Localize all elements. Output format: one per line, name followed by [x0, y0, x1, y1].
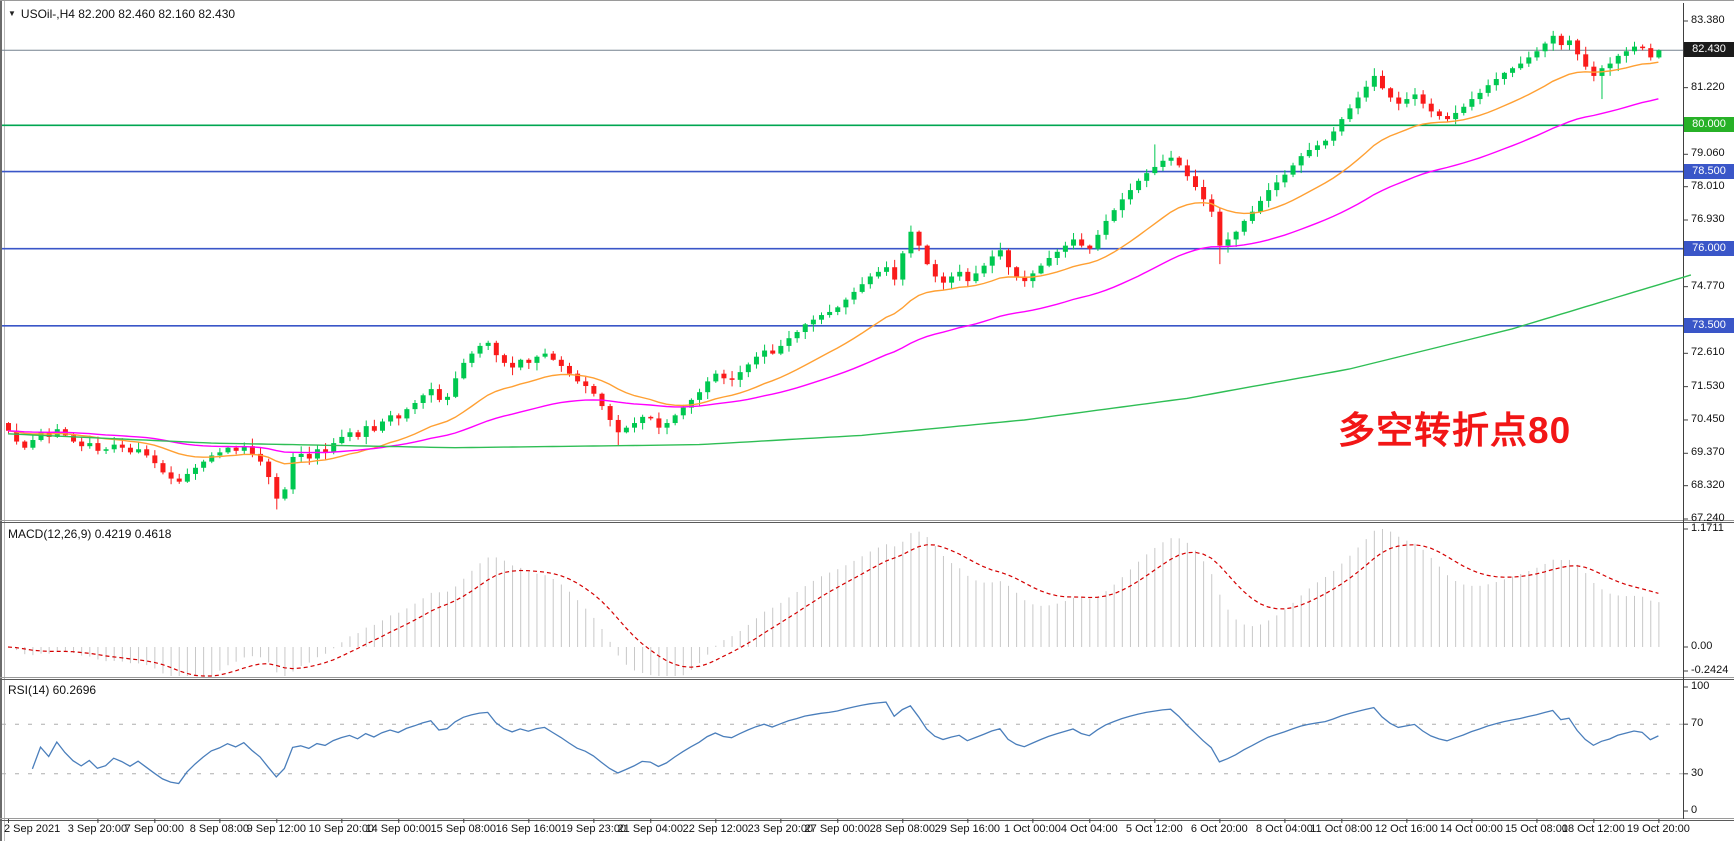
rsi-axis-label: 100 — [1691, 680, 1709, 692]
time-axis-label: 10 Sep 20:00 — [309, 823, 374, 835]
rsi-axis-label: 70 — [1691, 717, 1703, 729]
time-axis-label: 15 Oct 08:00 — [1505, 823, 1568, 835]
macd-axis-label: 0.00 — [1691, 640, 1712, 652]
time-axis-label: 19 Oct 20:00 — [1627, 823, 1690, 835]
time-axis-label: 18 Oct 12:00 — [1562, 823, 1625, 835]
chart-title: ▼ USOil-,H4 82.200 82.460 82.160 82.430 — [8, 7, 235, 21]
time-axis-label: 2 Sep 2021 — [4, 823, 60, 835]
time-axis-label: 29 Sep 16:00 — [935, 823, 1000, 835]
time-axis-label: 3 Sep 20:00 — [68, 823, 127, 835]
time-axis-label: 15 Sep 08:00 — [431, 823, 496, 835]
time-axis-label: 28 Sep 08:00 — [870, 823, 935, 835]
time-axis-label: 6 Oct 20:00 — [1191, 823, 1248, 835]
price-badge-76.000: 76.000 — [1684, 241, 1734, 256]
price-axis-label: 69.370 — [1691, 446, 1725, 458]
price-badge-82.430: 82.430 — [1684, 42, 1734, 57]
time-axis-label: 5 Oct 12:00 — [1126, 823, 1183, 835]
time-axis-label: 9 Sep 12:00 — [247, 823, 306, 835]
time-axis-label: 7 Sep 00:00 — [125, 823, 184, 835]
time-axis-label: 1 Oct 00:00 — [1004, 823, 1061, 835]
price-axis-label: 78.010 — [1691, 180, 1725, 192]
time-axis-label: 21 Sep 04:00 — [618, 823, 683, 835]
chart-annotation-text: 多空转折点80 — [1338, 400, 1571, 454]
chart-title-text: USOil-,H4 82.200 82.460 82.160 82.430 — [21, 7, 235, 21]
price-badge-78.500: 78.500 — [1684, 164, 1734, 179]
time-axis-label: 8 Sep 08:00 — [190, 823, 249, 835]
time-axis-label: 4 Oct 04:00 — [1061, 823, 1118, 835]
time-axis-label: 27 Sep 00:00 — [805, 823, 870, 835]
time-axis-label: 16 Sep 16:00 — [496, 823, 561, 835]
time-axis-label: 23 Sep 20:00 — [748, 823, 813, 835]
price-axis-label: 83.380 — [1691, 14, 1725, 26]
price-axis-label: 74.770 — [1691, 280, 1725, 292]
macd-indicator-label: MACD(12,26,9) 0.4219 0.4618 — [8, 527, 171, 541]
time-axis-label: 12 Oct 16:00 — [1375, 823, 1438, 835]
time-axis-label: 11 Oct 08:00 — [1310, 823, 1372, 835]
time-axis-label: 8 Oct 04:00 — [1256, 823, 1313, 835]
price-axis-label: 81.220 — [1691, 81, 1725, 93]
symbol-dropdown-icon[interactable]: ▼ — [8, 9, 16, 18]
macd-axis-label: 1.1711 — [1691, 522, 1724, 534]
chart-window: ▼ USOil-,H4 82.200 82.460 82.160 82.430 M… — [0, 0, 1734, 841]
price-badge-73.500: 73.500 — [1684, 318, 1734, 333]
rsi-axis-label: 0 — [1691, 804, 1697, 816]
time-axis-label: 14 Oct 00:00 — [1440, 823, 1503, 835]
price-axis-label: 76.930 — [1691, 213, 1725, 225]
price-badge-80.000: 80.000 — [1684, 117, 1734, 132]
price-axis-label: 70.450 — [1691, 413, 1725, 425]
rsi-axis-label: 30 — [1691, 767, 1703, 779]
price-axis-label: 68.320 — [1691, 479, 1725, 491]
time-axis-label: 14 Sep 00:00 — [366, 823, 431, 835]
time-axis-label: 22 Sep 12:00 — [683, 823, 748, 835]
price-axis-label: 71.530 — [1691, 380, 1725, 392]
price-axis-label: 72.610 — [1691, 346, 1725, 358]
price-axis-label: 79.060 — [1691, 147, 1725, 159]
macd-axis-label: -0.2424 — [1691, 664, 1728, 676]
time-axis-label: 19 Sep 23:00 — [561, 823, 626, 835]
rsi-indicator-label: RSI(14) 60.2696 — [8, 683, 96, 697]
